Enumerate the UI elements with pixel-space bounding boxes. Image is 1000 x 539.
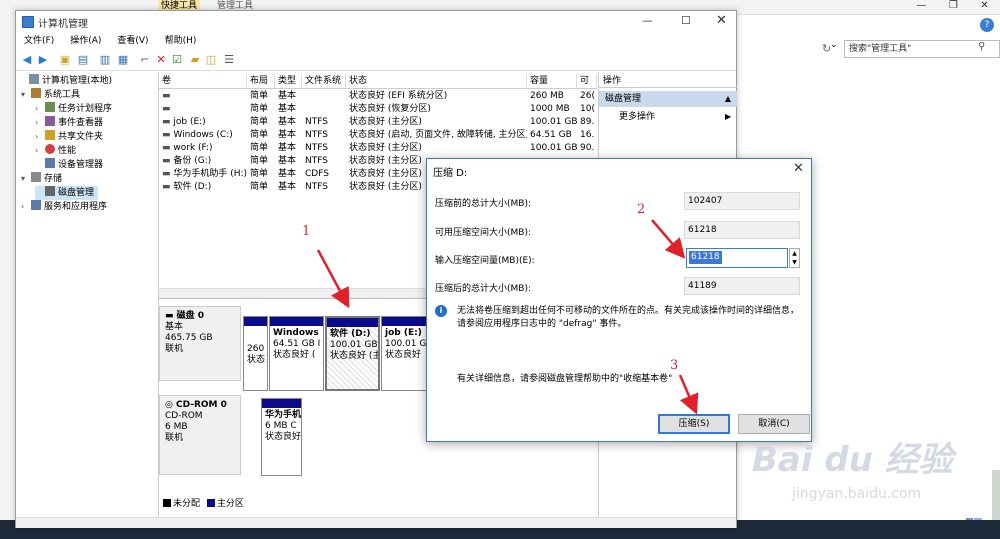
annotation-arrow-2: [651, 219, 686, 259]
watermark-logo: Bai du 经验: [752, 440, 953, 480]
watermark-url: jingyan.baidu.com: [792, 486, 922, 502]
annotation-number-1: 1: [302, 224, 311, 239]
watermark: Bai du 经验 jingyan.baidu.com: [752, 432, 992, 512]
annotation-arrow-1: [316, 249, 350, 309]
annotation-arrow-3: [678, 374, 699, 415]
annotation-number-2: 2: [637, 202, 646, 217]
annotation-number-3: 3: [670, 358, 679, 373]
